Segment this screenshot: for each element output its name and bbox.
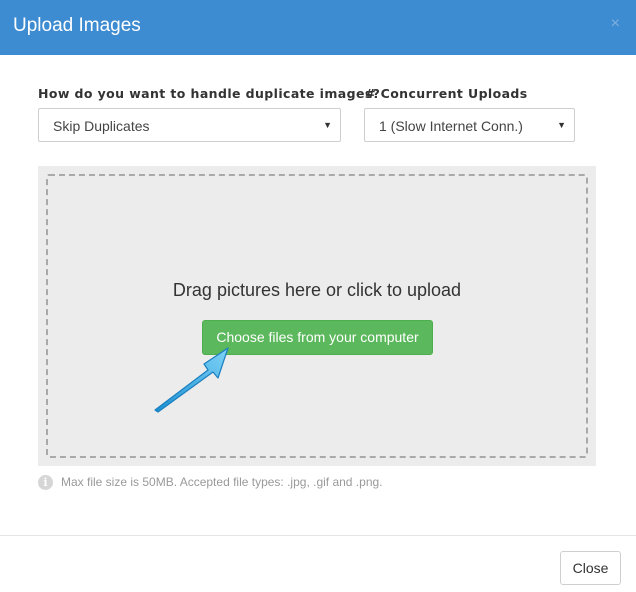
chevron-down-icon: ▼ — [557, 120, 566, 130]
concurrent-uploads-label: # Concurrent Uploads — [365, 86, 528, 101]
concurrent-uploads-select[interactable]: 1 (Slow Internet Conn.) ▼ — [364, 108, 575, 142]
modal-title: Upload Images — [13, 15, 141, 36]
footer-divider — [0, 535, 636, 536]
upload-images-modal: Upload Images × How do you want to handl… — [0, 0, 636, 592]
close-icon[interactable]: × — [611, 15, 620, 33]
pointer-arrow-icon — [154, 347, 229, 413]
concurrent-uploads-select-value: 1 (Slow Internet Conn.) — [379, 118, 523, 134]
hint-text: Max file size is 50MB. Accepted file typ… — [61, 475, 383, 489]
duplicates-select-value: Skip Duplicates — [53, 118, 150, 134]
dropzone-prompt: Drag pictures here or click to upload — [172, 280, 462, 300]
modal-header: Upload Images × — [0, 0, 636, 55]
duplicates-select[interactable]: Skip Duplicates ▼ — [38, 108, 341, 142]
info-icon: i — [38, 475, 53, 490]
duplicates-label: How do you want to handle duplicate imag… — [38, 86, 381, 101]
close-button[interactable]: Close — [560, 551, 621, 585]
chevron-down-icon: ▼ — [323, 120, 332, 130]
upload-dropzone[interactable]: Drag pictures here or click to upload Ch… — [46, 174, 588, 458]
